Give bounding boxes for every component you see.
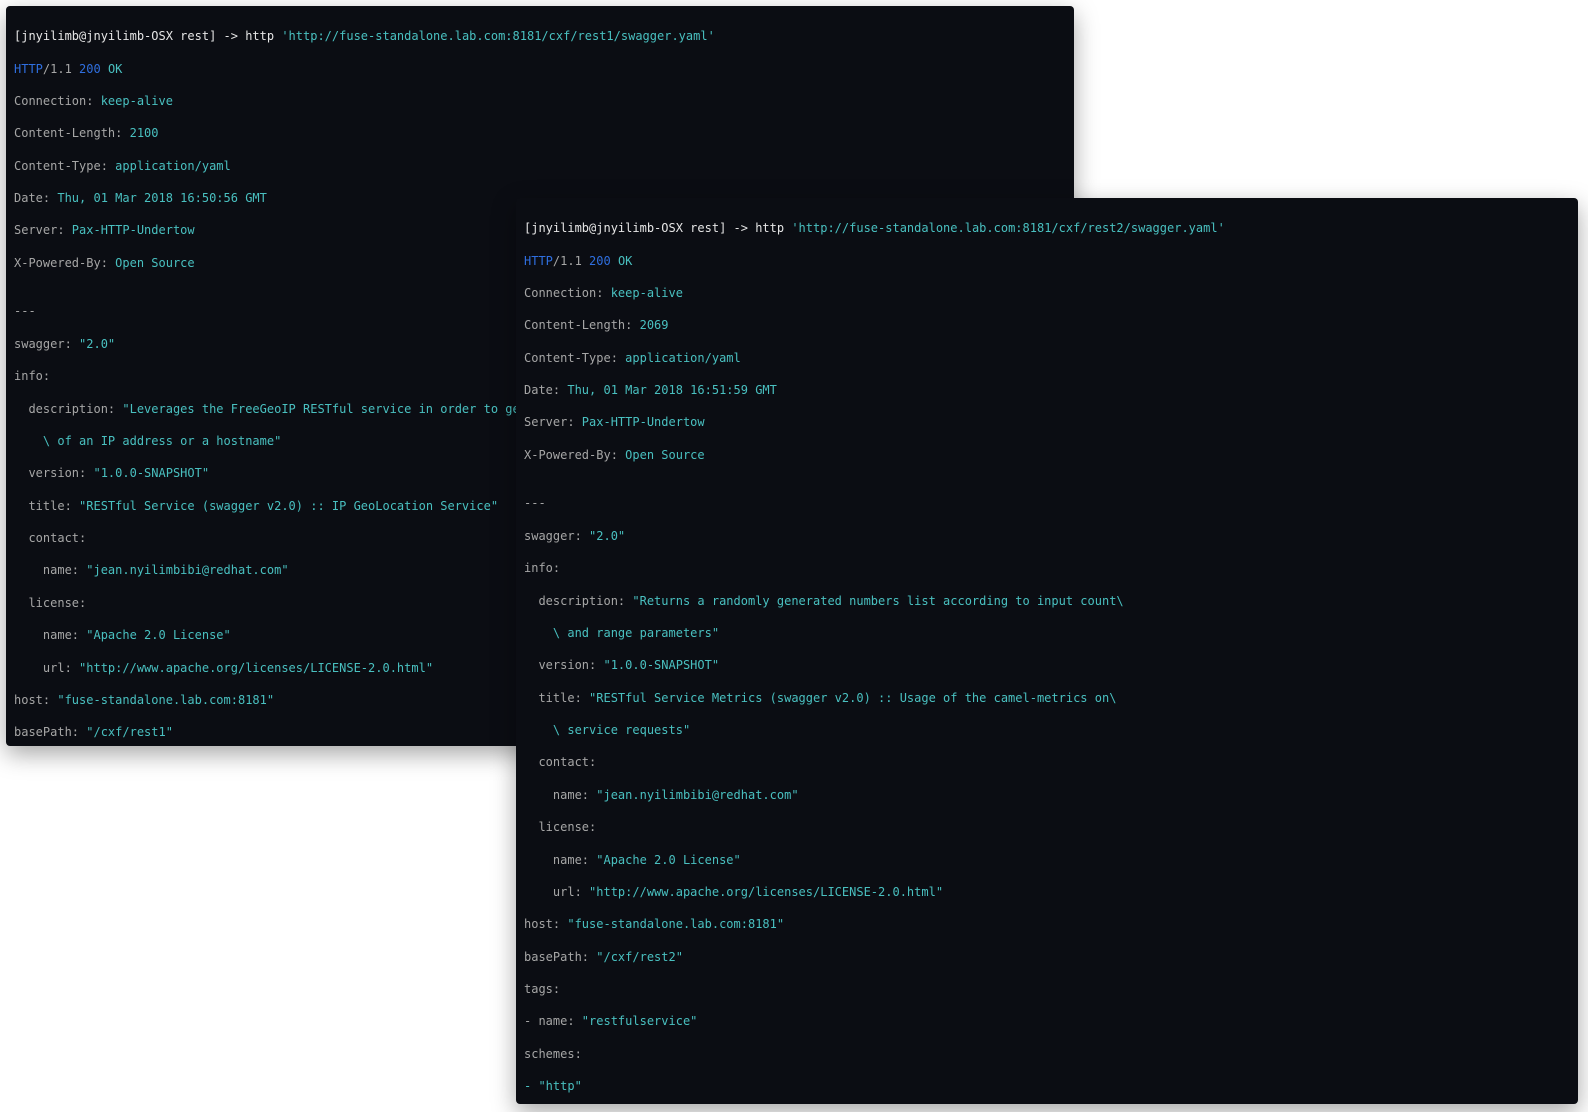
yaml-sep: --- [524, 495, 1570, 511]
status-ok: OK [108, 62, 122, 76]
terminal-window-rest2[interactable]: [jnyilimb@jnyilimb-OSX rest] -> http 'ht… [516, 198, 1578, 1104]
yaml-host: host: "fuse-standalone.lab.com:8181" [524, 916, 1570, 932]
header-x-powered-by: X-Powered-By: Open Source [524, 447, 1570, 463]
header-server: Server: Pax-HTTP-Undertow [524, 414, 1570, 430]
response-status: HTTP/1.1 200 OK [14, 61, 1066, 77]
yaml-swagger: swagger: "2.0" [524, 528, 1570, 544]
response-status: HTTP/1.1 200 OK [524, 253, 1570, 269]
yaml-tags: tags: [524, 981, 1570, 997]
yaml-contact-name: name: "jean.nyilimbibi@redhat.com" [524, 787, 1570, 803]
prompt-line[interactable]: [jnyilimb@jnyilimb-OSX rest] -> http 'ht… [14, 28, 1066, 44]
header-content-type: Content-Type: application/yaml [524, 350, 1570, 366]
yaml-info: info: [524, 560, 1570, 576]
prompt-line[interactable]: [jnyilimb@jnyilimb-OSX rest] -> http 'ht… [524, 220, 1570, 236]
yaml-license: license: [524, 819, 1570, 835]
header-content-length: Content-Length: 2100 [14, 125, 1066, 141]
prompt-user: [jnyilimb@jnyilimb-OSX rest] [14, 29, 216, 43]
yaml-version: version: "1.0.0-SNAPSHOT" [524, 657, 1570, 673]
yaml-contact: contact: [524, 754, 1570, 770]
yaml-title: title: "RESTful Service Metrics (swagger… [524, 690, 1570, 706]
header-connection: Connection: keep-alive [14, 93, 1066, 109]
yaml-basepath: basePath: "/cxf/rest2" [524, 949, 1570, 965]
yaml-description: description: "Returns a randomly generat… [524, 593, 1570, 609]
http-label: HTTP [14, 62, 43, 76]
status-ok: OK [618, 254, 632, 268]
cmd-http: http [245, 29, 281, 43]
yaml-title-cont: \ service requests" [524, 722, 1570, 738]
http-label: HTTP [524, 254, 553, 268]
header-date: Date: Thu, 01 Mar 2018 16:51:59 GMT [524, 382, 1570, 398]
prompt-arrow: -> [726, 221, 755, 235]
yaml-description-cont: \ and range parameters" [524, 625, 1570, 641]
yaml-schemes: schemes: [524, 1046, 1570, 1062]
yaml-scheme-http: - "http" [524, 1078, 1570, 1094]
yaml-tag-item: - name: "restfulservice" [524, 1013, 1570, 1029]
header-content-length: Content-Length: 2069 [524, 317, 1570, 333]
yaml-license-name: name: "Apache 2.0 License" [524, 852, 1570, 868]
yaml-license-url: url: "http://www.apache.org/licenses/LIC… [524, 884, 1570, 900]
prompt-user: [jnyilimb@jnyilimb-OSX rest] [524, 221, 726, 235]
cmd-url: 'http://fuse-standalone.lab.com:8181/cxf… [791, 221, 1224, 235]
cmd-http: http [755, 221, 791, 235]
cmd-url: 'http://fuse-standalone.lab.com:8181/cxf… [281, 29, 714, 43]
header-connection: Connection: keep-alive [524, 285, 1570, 301]
header-content-type: Content-Type: application/yaml [14, 158, 1066, 174]
prompt-arrow: -> [216, 29, 245, 43]
